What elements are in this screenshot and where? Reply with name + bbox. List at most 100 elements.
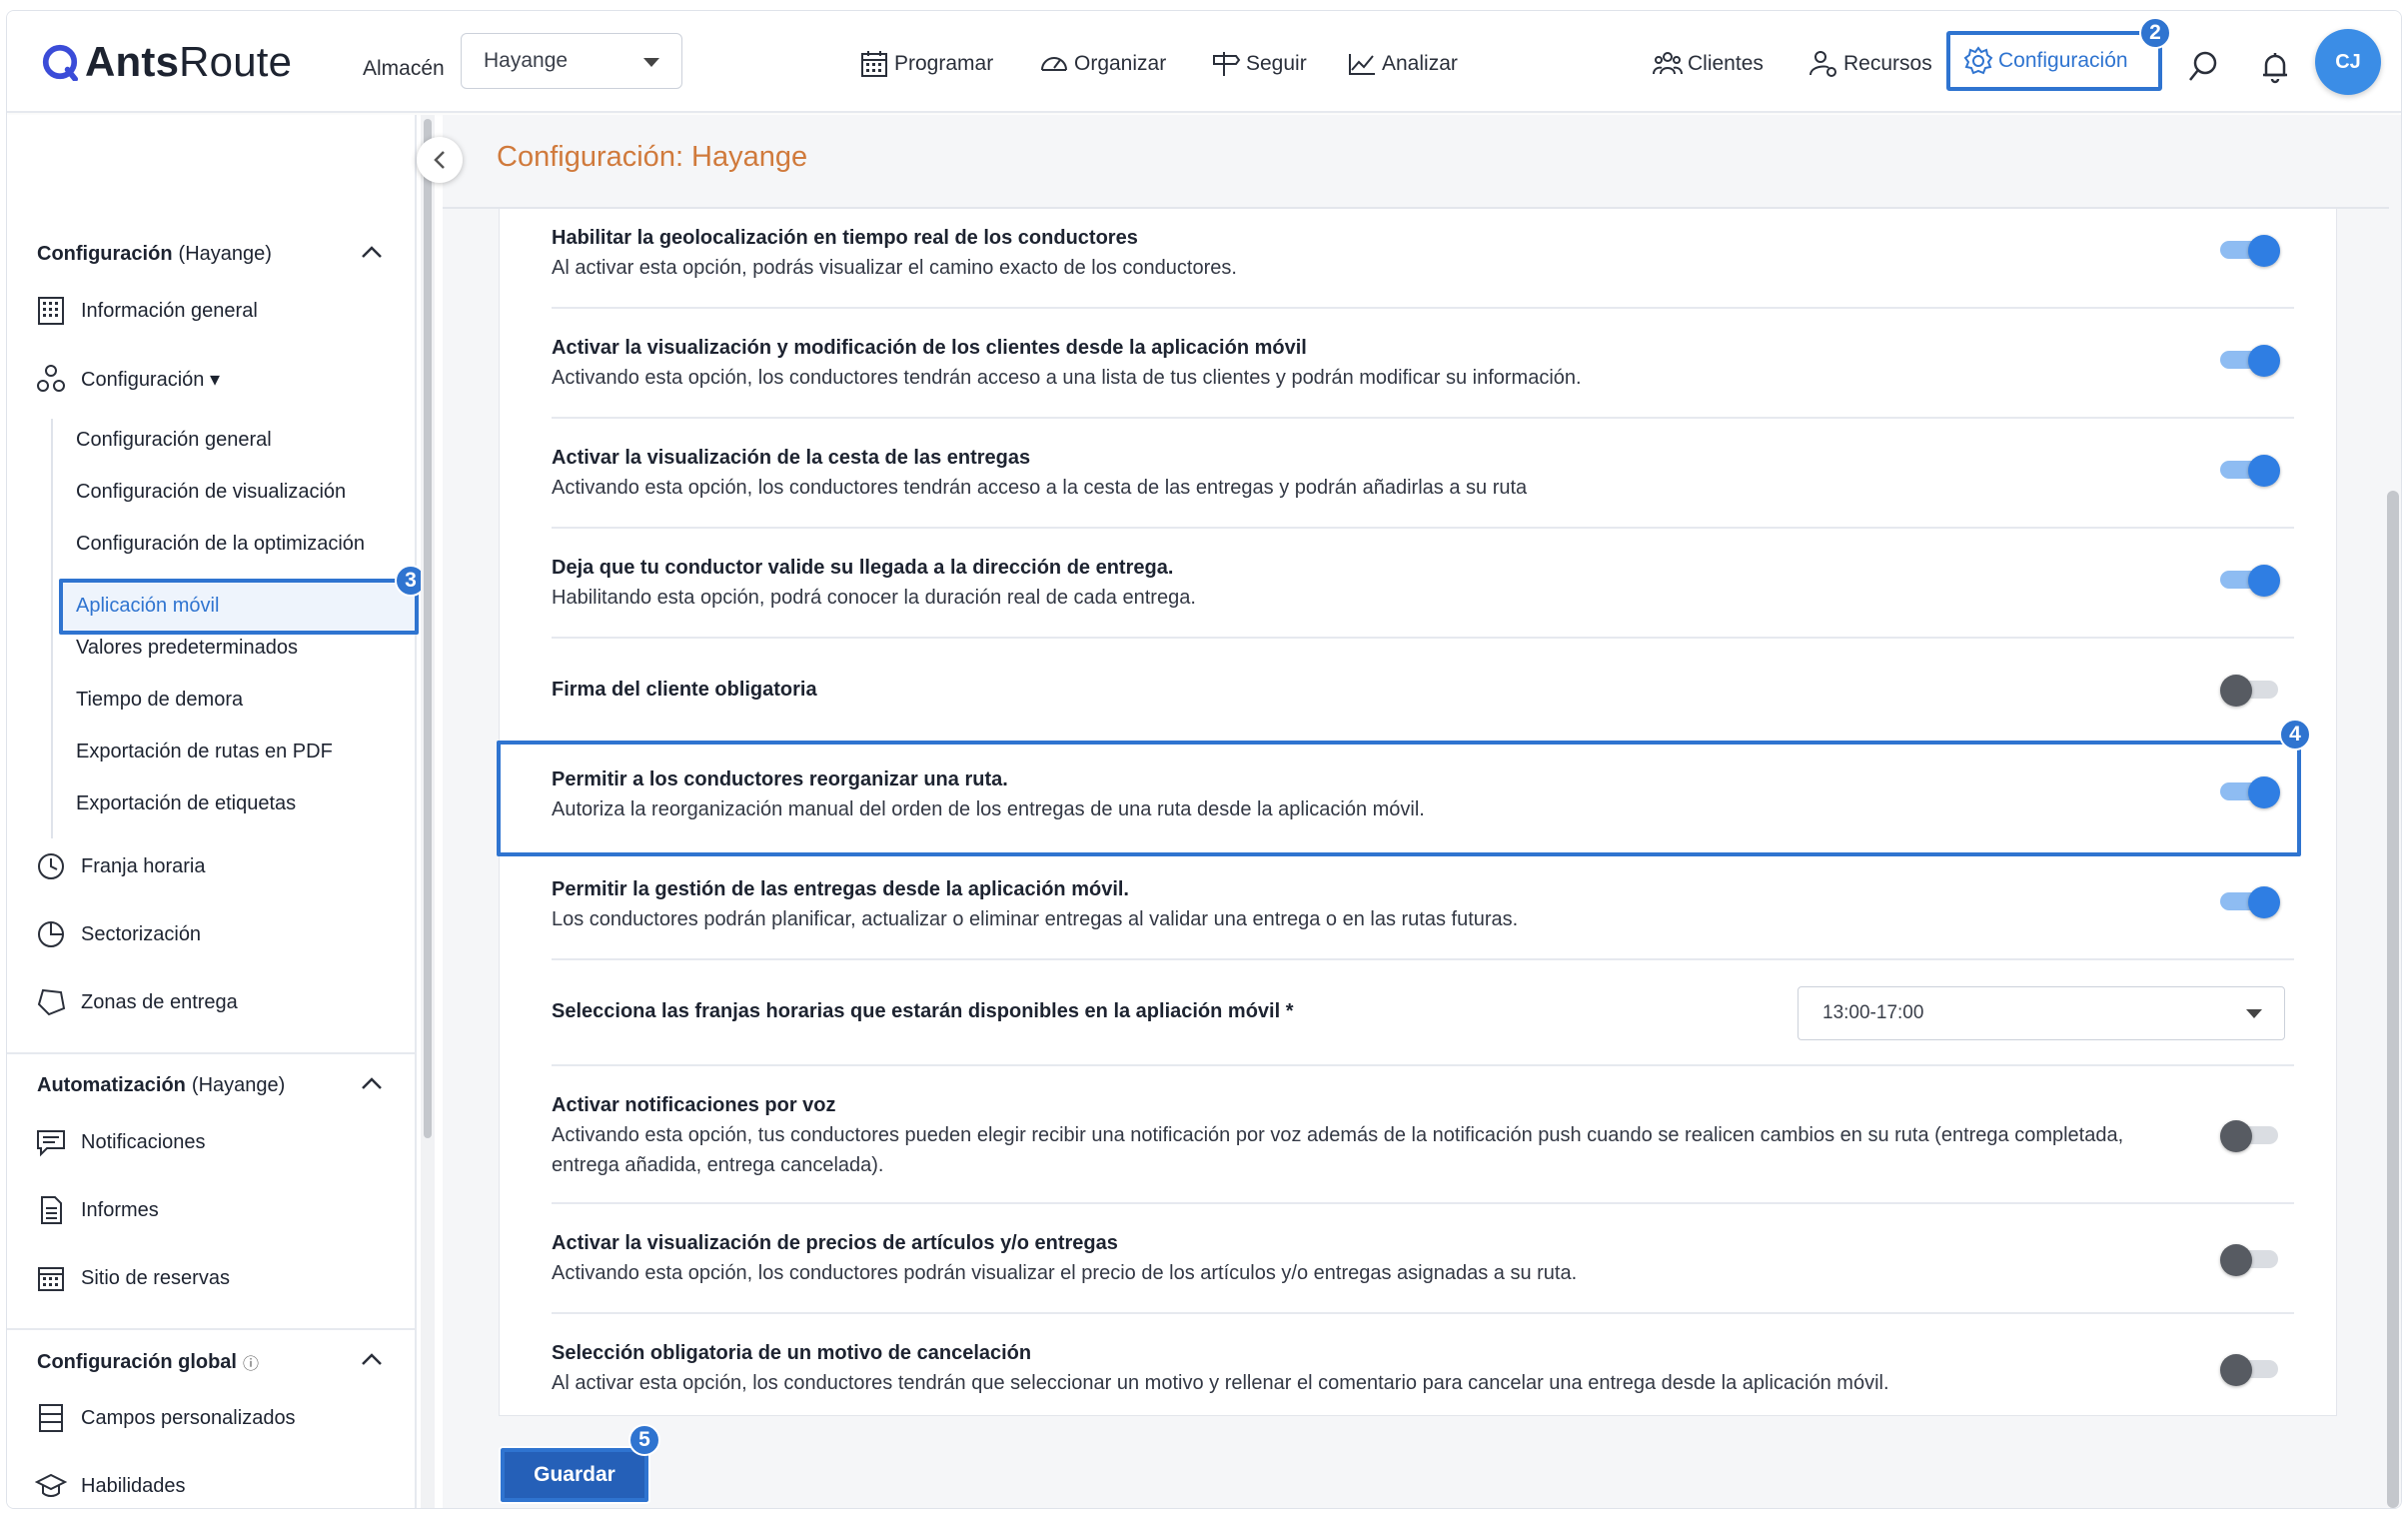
chevron-up-icon[interactable] <box>361 245 383 259</box>
setting-row-validar-llegada: Deja que tu conductor valide su llegada … <box>552 557 1196 609</box>
toggle-gestion-entregas[interactable] <box>2220 886 2282 918</box>
sidebar-section-configuracion[interactable]: Configuración (Hayange) <box>37 243 272 266</box>
sidebar-sub-configuracion-optimizacion[interactable]: Configuración de la optimización <box>76 529 365 559</box>
gear-icon <box>1963 46 1993 75</box>
submenu-guide-line <box>51 419 53 838</box>
setting-row-notificaciones-voz: Activar notificaciones por voz Activando… <box>552 1094 2124 1176</box>
nav-configuracion[interactable]: Configuración <box>1946 31 2162 91</box>
franjas-horarias-select[interactable]: 13:00-17:00 <box>1798 986 2285 1040</box>
polygon-icon <box>37 988 66 1016</box>
user-gear-icon <box>1809 51 1836 77</box>
calendar-icon <box>38 1267 64 1291</box>
row-divider <box>552 1064 2294 1066</box>
chevron-left-icon <box>434 151 445 169</box>
sidebar-sub-valores-predeterminados[interactable]: Valores predeterminados <box>76 633 298 663</box>
row-divider <box>552 1312 2294 1314</box>
setting-row-motivo-cancelacion: Selección obligatoria de un motivo de ca… <box>552 1342 1889 1394</box>
chevron-down-icon <box>2246 1009 2262 1018</box>
sidebar-item-informacion-general[interactable]: Información general <box>35 291 258 331</box>
search-icon[interactable] <box>2185 49 2221 85</box>
row-divider <box>552 637 2294 639</box>
toggle-cesta[interactable] <box>2220 455 2282 487</box>
sidebar: Configuración (Hayange) Información gener… <box>7 115 427 1508</box>
sidebar-scrollbar[interactable] <box>421 115 435 1508</box>
setting-row-precios: Activar la visualización de precios de a… <box>552 1232 1578 1284</box>
row-divider <box>552 527 2294 529</box>
bell-icon[interactable] <box>2257 49 2293 85</box>
sidebar-sub-exportacion-etiquetas[interactable]: Exportación de etiquetas <box>76 788 296 818</box>
setting-row-firma: Firma del cliente obligatoria <box>552 679 817 701</box>
sidebar-sub-exportacion-pdf[interactable]: Exportación de rutas en PDF <box>76 737 333 766</box>
main-scrollbar-thumb[interactable] <box>2387 491 2399 1508</box>
sidebar-sub-aplicacion-movil[interactable]: Aplicación móvil <box>59 579 419 635</box>
setting-row-geolocalizacion: Habilitar la geolocalización en tiempo r… <box>552 227 1237 279</box>
nav-organizar[interactable]: Organizar <box>1038 47 1166 81</box>
nav-recursos[interactable]: Recursos <box>1807 47 1932 81</box>
chevron-down-icon <box>643 58 659 67</box>
clock-icon <box>38 853 64 879</box>
document-icon <box>41 1196 62 1224</box>
building-icon <box>38 297 64 325</box>
sidebar-section-configuracion-global[interactable]: Configuración global ⓘ <box>37 1350 259 1374</box>
row-divider <box>552 958 2294 960</box>
step-badge-2: 2 <box>2139 17 2171 49</box>
sidebar-scrollbar-thumb[interactable] <box>424 119 432 1138</box>
signpost-icon <box>1213 52 1241 76</box>
toggle-motivo-cancelacion[interactable] <box>2220 1354 2282 1386</box>
message-icon <box>37 1130 65 1157</box>
sidebar-item-zonas-entrega[interactable]: Zonas de entrega <box>35 982 238 1022</box>
sidebar-section-automatizacion[interactable]: Automatización (Hayange) <box>37 1074 285 1097</box>
row-divider <box>552 307 2294 309</box>
toggle-geolocalizacion[interactable] <box>2220 235 2282 267</box>
user-avatar[interactable]: CJ <box>2315 29 2381 95</box>
nav-clientes[interactable]: Clientes <box>1652 47 1764 81</box>
sidebar-divider <box>7 1328 417 1330</box>
sidebar-sub-tiempo-demora[interactable]: Tiempo de demora <box>76 685 243 715</box>
chevron-up-icon[interactable] <box>361 1076 383 1090</box>
row-divider <box>552 417 2294 419</box>
toggle-precios[interactable] <box>2220 1244 2282 1276</box>
toggle-validar-llegada[interactable] <box>2220 565 2282 597</box>
toggle-notificaciones-voz[interactable] <box>2220 1120 2282 1152</box>
highlight-reorganizar-ruta <box>497 741 2301 856</box>
users-icon <box>1653 52 1683 75</box>
graduation-cap-icon <box>35 1473 67 1497</box>
collapse-sidebar-button[interactable] <box>417 137 463 183</box>
sidebar-sub-configuracion-visualizacion[interactable]: Configuración de visualización <box>76 477 346 507</box>
nav-seguir[interactable]: Seguir <box>1210 47 1307 81</box>
sidebar-item-sitio-reservas[interactable]: Sitio de reservas <box>35 1258 230 1298</box>
top-navbar: AntsRoute Almacén Hayange Programar Orga… <box>7 11 2401 113</box>
logo-icon <box>42 44 79 81</box>
sidebar-item-informes[interactable]: Informes <box>35 1190 159 1230</box>
antsroute-logo[interactable]: AntsRoute <box>41 37 292 87</box>
app-window: AntsRoute Almacén Hayange Programar Orga… <box>6 10 2402 1509</box>
row-divider <box>552 1202 2294 1204</box>
warehouse-select[interactable]: Hayange <box>461 33 682 89</box>
sidebar-sub-configuracion-general[interactable]: Configuración general <box>76 425 272 455</box>
sidebar-divider <box>7 1052 417 1054</box>
page-title: Configuración: Hayange <box>497 141 808 173</box>
calendar-icon <box>861 51 887 77</box>
setting-row-clientes-movil: Activar la visualización y modificación … <box>552 337 1582 389</box>
logo-text: AntsRoute <box>85 38 293 85</box>
nav-programar[interactable]: Programar <box>858 47 993 81</box>
step-badge-4: 4 <box>2279 719 2311 751</box>
nav-analizar[interactable]: Analizar <box>1346 47 1458 81</box>
warehouse-label: Almacén <box>363 57 445 80</box>
toggle-firma[interactable] <box>2220 675 2282 707</box>
gauge-icon <box>1041 57 1067 71</box>
pie-icon <box>38 921 64 947</box>
toggle-clientes-movil[interactable] <box>2220 345 2282 377</box>
save-button[interactable]: Guardar <box>499 1446 650 1504</box>
sidebar-item-campos-personalizados[interactable]: Campos personalizados <box>35 1398 296 1438</box>
sidebar-item-sectorizacion[interactable]: Sectorización <box>35 914 201 954</box>
sidebar-item-franja-horaria[interactable]: Franja horaria <box>35 846 206 886</box>
sidebar-item-configuracion[interactable]: Configuración ▾ <box>35 359 220 399</box>
sidebar-item-habilidades[interactable]: Habilidades <box>35 1466 186 1506</box>
step-badge-5: 5 <box>628 1424 660 1456</box>
chevron-up-icon[interactable] <box>361 1352 383 1366</box>
form-icon <box>39 1404 63 1432</box>
sidebar-item-notificaciones[interactable]: Notificaciones <box>35 1122 206 1162</box>
info-icon[interactable]: ⓘ <box>243 1350 259 1374</box>
nodes-icon <box>37 365 65 392</box>
